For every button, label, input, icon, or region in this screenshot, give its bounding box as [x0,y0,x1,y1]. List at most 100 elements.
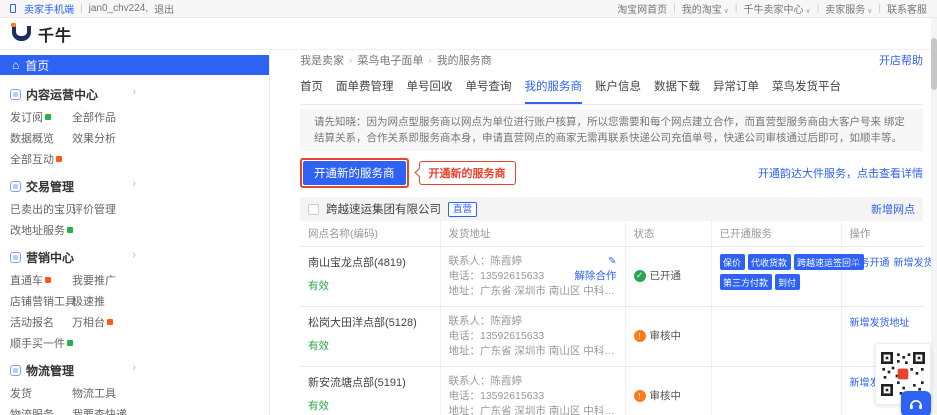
topbar-link-contact-support[interactable]: 联系客服 [887,1,927,16]
service-point-table: 网点名称(编码) 发货地址 状态 已开通服务 操作 南山宝龙点部(4819) 有… [300,221,923,415]
qianniu-logo-icon [12,26,31,41]
shop-help-link[interactable]: 开店帮助 [879,52,923,68]
sidebar-link[interactable]: 已卖出的宝贝 [10,201,72,217]
service-tag[interactable]: 代收货款 [748,254,791,270]
breadcrumb-item[interactable]: 我是卖家 [300,52,344,68]
sidebar-section-logistics: 物流管理 › 发货 物流工具 物流服务 我要查快递 [0,351,130,415]
tab-number-query[interactable]: 单号查询 [466,78,512,104]
sidebar-link[interactable]: 改地址服务 [10,222,72,238]
waybill-tabs: 首页 面单费管理 单号回收 单号查询 我的服务商 账户信息 数据下载 异常订单 … [300,78,923,105]
tab-abnormal-orders[interactable]: 异常订单 [713,78,759,104]
new-badge [45,114,51,120]
sidebar-section-header[interactable]: 交易管理 › [10,176,130,196]
sidebar-link[interactable]: 万相台 [72,314,134,330]
sidebar-section-header[interactable]: 营销中心 › [10,247,130,267]
check-circle-icon: ✓ [634,270,646,282]
topbar-link-taobao-home[interactable]: 淘宝网首页 [617,1,667,16]
breadcrumb: 我是卖家 › 菜鸟电子面单 › 我的服务商 [300,52,492,68]
sidebar-link[interactable]: 极速推 [72,293,134,309]
page-scrollbar [931,18,937,415]
sidebar-section-header[interactable]: 内容运营中心 › [10,84,130,104]
sidebar-link[interactable]: 店铺营销工具 [10,293,72,309]
sidebar-section-trade: 交易管理 › 已卖出的宝贝 评价管理 改地址服务 [0,167,130,238]
home-icon: ⌂ [12,59,19,71]
sidebar-link[interactable]: 活动报名 [10,314,72,330]
annotation-highlight-box: 开通新的服务商 [300,158,409,188]
main-content: 我是卖家 › 菜鸟电子面单 › 我的服务商 开店帮助 首页 面单费管理 单号回收… [270,50,937,415]
tab-data-download[interactable]: 数据下载 [654,78,700,104]
service-tag[interactable]: 到付 [775,274,800,290]
sidebar-link[interactable]: 数据概览 [10,130,72,146]
add-branch-link[interactable]: 新增网点 [871,201,915,217]
divider: | [673,3,676,14]
notice-banner: 请先知晓：因为网点型服务商以网点为单位进行账户核算，所以您需要和每个网点建立合作… [300,109,923,151]
scrollbar-thumb[interactable] [931,38,937,90]
edit-icon[interactable]: ✎ [608,254,616,269]
tab-my-service-providers[interactable]: 我的服务商 [525,78,583,104]
tab-home[interactable]: 首页 [300,78,323,104]
col-header-node-name: 网点名称(编码) [300,221,440,247]
topbar-link-seller-center[interactable]: 千牛卖家中心∨ [744,1,811,16]
contact-address: 广东省 深圳市 南山区 中科纳能大厦A座405 [480,405,617,415]
topbar-link-seller-service[interactable]: 卖家服务∨ [825,1,872,16]
sidebar-link[interactable]: 发货 [10,385,72,401]
tab-account-info[interactable]: 账户信息 [595,78,641,104]
sidebar-link[interactable]: 发订阅 [10,109,72,125]
sidebar-link[interactable]: 我要推广 [72,272,134,288]
sidebar-section-header[interactable]: 物流管理 › [10,360,130,380]
trade-icon [10,181,21,192]
new-badge [67,340,73,346]
mobile-phone-icon [10,4,16,13]
contact-phone: 13592615633 [480,330,544,342]
chevron-right-icon: › [132,249,136,261]
sidebar-item-home[interactable]: ⌂ 首页 [0,55,269,75]
breadcrumb-item[interactable]: 我的服务商 [437,52,492,68]
sidebar-link[interactable]: 评价管理 [72,201,134,217]
customer-service-chat-button[interactable] [901,391,931,415]
sidebar-link[interactable]: 物流服务 [10,406,72,415]
service-tag[interactable]: 保价 [720,254,745,270]
content-center-icon [10,89,21,100]
sidebar-link[interactable]: 全部作品 [72,109,134,125]
add-ship-address-link[interactable]: 新增发货地址 [850,318,910,329]
hot-badge [107,319,113,325]
open-service-link[interactable]: 服务开通 [850,258,890,269]
sidebar-link[interactable]: 效果分析 [72,130,134,146]
company-checkbox[interactable] [308,204,319,215]
sidebar-link[interactable]: 顺手买一件 [10,335,72,351]
brand-header: 千牛 [0,18,937,50]
node-name: 新安流塘点部(5191) [308,374,432,390]
tab-waybill-fee[interactable]: 面单费管理 [336,78,394,104]
contact-address: 广东省 深圳市 南山区 中科纳能大厦A座405 [480,285,617,297]
sidebar-link[interactable]: 全部互动 [10,151,72,167]
company-name: 跨越速运集团有限公司 [326,201,441,217]
contact-name: 陈霞婷 [491,315,523,327]
breadcrumb-item[interactable]: 菜鸟电子面单 [357,52,423,68]
valid-label: 有效 [308,278,432,293]
company-group-header: 跨越速运集团有限公司 直营 新增网点 [300,197,923,221]
direct-operation-badge: 直营 [448,202,477,217]
hot-badge [56,156,62,162]
table-row: 南山宝龙点部(4819) 有效 联系人：陈霞婷✎ 电话：13592615633解… [300,247,923,307]
open-new-provider-button[interactable]: 开通新的服务商 [303,161,406,185]
sidebar-link[interactable]: 直通车 [10,272,72,288]
chevron-right-icon: › [132,178,136,190]
annotation-callout-label: 开通新的服务商 [419,161,516,185]
tab-number-recycle[interactable]: 单号回收 [407,78,453,104]
service-tag[interactable]: 第三方付款 [720,274,772,290]
divider: | [817,3,820,14]
unbind-cooperation-link[interactable]: 解除合作 [575,269,617,284]
node-name: 南山宝龙点部(4819) [308,254,432,270]
sidebar-link[interactable]: 物流工具 [72,385,134,401]
chevron-down-icon: ∨ [806,8,811,15]
tab-cainiao-shipping[interactable]: 菜鸟发货平台 [772,78,841,104]
yunda-service-detail-link[interactable]: 开通韵达大件服务，点击查看详情 [758,165,923,181]
pending-circle-icon: ! [634,330,646,342]
hot-badge [45,277,51,283]
sidebar-link[interactable]: 我要查快递 [72,406,134,415]
divider: | [735,3,738,14]
seller-mobile-link[interactable]: 卖家手机端 [24,1,74,16]
sidebar-section-content-center: 内容运营中心 › 发订阅 全部作品 数据概览 效果分析 全部互动 [0,75,130,167]
logout-link[interactable]: 退出 [154,1,174,16]
topbar-link-my-taobao[interactable]: 我的淘宝∨ [682,1,729,16]
